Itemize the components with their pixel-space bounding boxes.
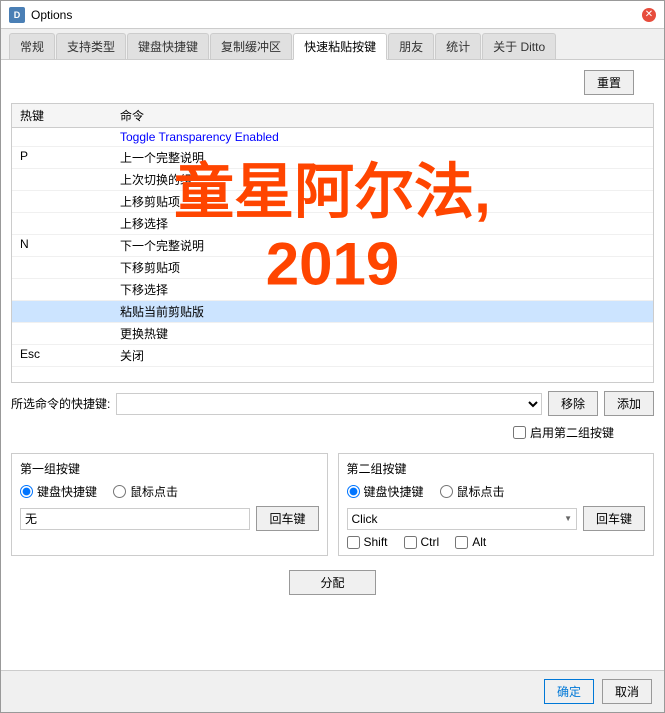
table-row[interactable]: 下移剪贴项 bbox=[12, 257, 653, 279]
tab-copy-buffer[interactable]: 复制缓冲区 bbox=[210, 33, 292, 59]
header-command: 命令 bbox=[120, 107, 645, 124]
table-body: Toggle Transparency Enabled P 上一个完整说明 上次… bbox=[12, 128, 653, 382]
row-hotkey bbox=[20, 193, 120, 210]
tab-bar: 常规 支持类型 键盘快捷键 复制缓冲区 快速粘贴按键 朋友 统计 关于 Ditt… bbox=[1, 29, 664, 60]
row-command: 下一个完整说明 bbox=[120, 237, 645, 254]
footer: 确定 取消 bbox=[1, 670, 664, 712]
group1-title: 第一组按键 bbox=[20, 460, 319, 477]
group1-enter-button[interactable]: 回车键 bbox=[256, 506, 318, 531]
group2-keyboard-radio-input[interactable] bbox=[347, 485, 360, 498]
shortcut-combo bbox=[116, 393, 542, 415]
group2-input-row: Click ▼ 回车键 bbox=[347, 506, 646, 531]
group2-shift-checkbox[interactable]: Shift bbox=[347, 535, 388, 549]
tab-friends[interactable]: 朋友 bbox=[388, 33, 434, 59]
row-command: 下移选择 bbox=[120, 281, 645, 298]
cancel-button[interactable]: 取消 bbox=[602, 679, 652, 704]
options-window: D Options ✕ 常规 支持类型 键盘快捷键 复制缓冲区 快速粘贴按键 朋… bbox=[0, 0, 665, 713]
title-bar: D Options ✕ bbox=[1, 1, 664, 29]
row-hotkey: N bbox=[20, 237, 120, 254]
table-row[interactable]: 下移选择 bbox=[12, 279, 653, 301]
add-button[interactable]: 添加 bbox=[604, 391, 654, 416]
row-hotkey bbox=[20, 281, 120, 298]
enable-second-group-row: 启用第二组按键 bbox=[11, 424, 654, 441]
table-row[interactable]: 上移选择 bbox=[12, 213, 653, 235]
shift-checkbox-input[interactable] bbox=[347, 536, 360, 549]
group1-key-input[interactable] bbox=[20, 508, 250, 530]
group2-alt-checkbox[interactable]: Alt bbox=[455, 535, 486, 549]
group1-mouse-radio-input[interactable] bbox=[113, 485, 126, 498]
group1-box: 第一组按键 键盘快捷键 鼠标点击 回车键 bbox=[11, 453, 328, 556]
shortcut-row: 所选命令的快捷键: 移除 添加 bbox=[11, 391, 654, 416]
row-command: 粘贴当前剪贴版 bbox=[120, 303, 645, 320]
group2-radio-row: 键盘快捷键 鼠标点击 bbox=[347, 483, 646, 500]
table-row[interactable]: N 下一个完整说明 bbox=[12, 235, 653, 257]
commands-table: 热键 命令 Toggle Transparency Enabled P 上一个完… bbox=[11, 103, 654, 383]
row-hotkey bbox=[20, 171, 120, 188]
reset-row: 重置 bbox=[11, 70, 654, 95]
row-command: 更换热键 bbox=[120, 325, 645, 342]
row-hotkey bbox=[20, 325, 120, 342]
reset-button[interactable]: 重置 bbox=[584, 70, 634, 95]
table-row[interactable]: 粘贴当前剪贴版 bbox=[12, 301, 653, 323]
row-hotkey: Esc bbox=[20, 347, 120, 364]
table-row[interactable]: 上移剪贴项 bbox=[12, 191, 653, 213]
row-hotkey bbox=[20, 130, 120, 144]
row-command: 关闭 bbox=[120, 347, 645, 364]
main-content: 重置 热键 命令 Toggle Transparency Enabled P 上… bbox=[1, 60, 664, 670]
table-row[interactable]: Esc 关闭 bbox=[12, 345, 653, 367]
alt-checkbox-input[interactable] bbox=[455, 536, 468, 549]
groups-section: 第一组按键 键盘快捷键 鼠标点击 回车键 bbox=[11, 453, 654, 556]
row-command: Toggle Transparency Enabled bbox=[120, 130, 645, 144]
app-icon: D bbox=[9, 7, 25, 23]
tab-general[interactable]: 常规 bbox=[9, 33, 55, 59]
row-command: 上移选择 bbox=[120, 215, 645, 232]
row-command: 上一个完整说明 bbox=[120, 149, 645, 166]
dropdown-arrow-icon: ▼ bbox=[564, 514, 572, 523]
row-hotkey bbox=[20, 303, 120, 320]
tab-quick-paste[interactable]: 快速粘贴按键 bbox=[293, 33, 387, 60]
ok-button[interactable]: 确定 bbox=[544, 679, 594, 704]
row-hotkey bbox=[20, 215, 120, 232]
close-button[interactable]: ✕ bbox=[642, 8, 656, 22]
group2-checkbox-row: Shift Ctrl Alt bbox=[347, 535, 646, 549]
enable-second-group-checkbox[interactable] bbox=[513, 426, 526, 439]
shortcut-label: 所选命令的快捷键: bbox=[11, 395, 110, 412]
assign-row: 分配 bbox=[11, 564, 654, 601]
tab-statistics[interactable]: 统计 bbox=[435, 33, 481, 59]
group1-input-row: 回车键 bbox=[20, 506, 319, 531]
group1-mouse-radio[interactable]: 鼠标点击 bbox=[113, 483, 178, 500]
enable-second-group-label: 启用第二组按键 bbox=[530, 424, 614, 441]
table-row[interactable]: Toggle Transparency Enabled bbox=[12, 128, 653, 147]
row-hotkey: P bbox=[20, 149, 120, 166]
shortcut-combo-select[interactable] bbox=[116, 393, 542, 415]
row-hotkey bbox=[20, 259, 120, 276]
tab-support-types[interactable]: 支持类型 bbox=[56, 33, 126, 59]
table-row[interactable]: P 上一个完整说明 bbox=[12, 147, 653, 169]
group2-box: 第二组按键 键盘快捷键 鼠标点击 Click ▼ bbox=[338, 453, 655, 556]
ctrl-checkbox-input[interactable] bbox=[404, 536, 417, 549]
row-command: 下移剪贴项 bbox=[120, 259, 645, 276]
table-header: 热键 命令 bbox=[12, 104, 653, 128]
group2-dropdown[interactable]: Click ▼ bbox=[347, 508, 577, 530]
remove-button[interactable]: 移除 bbox=[548, 391, 598, 416]
group2-mouse-radio-input[interactable] bbox=[440, 485, 453, 498]
table-row[interactable]: 上次切换的组 bbox=[12, 169, 653, 191]
group2-enter-button[interactable]: 回车键 bbox=[583, 506, 645, 531]
window-title: Options bbox=[31, 8, 642, 22]
row-command: 上移剪贴项 bbox=[120, 193, 645, 210]
group2-mouse-radio[interactable]: 鼠标点击 bbox=[440, 483, 505, 500]
group1-radio-row: 键盘快捷键 鼠标点击 bbox=[20, 483, 319, 500]
header-hotkey: 热键 bbox=[20, 107, 120, 124]
group2-title: 第二组按键 bbox=[347, 460, 646, 477]
group2-keyboard-radio[interactable]: 键盘快捷键 bbox=[347, 483, 424, 500]
row-command: 上次切换的组 bbox=[120, 171, 645, 188]
tab-about[interactable]: 关于 Ditto bbox=[482, 33, 556, 59]
group1-keyboard-radio-input[interactable] bbox=[20, 485, 33, 498]
table-row[interactable]: 更换热键 bbox=[12, 323, 653, 345]
assign-button[interactable]: 分配 bbox=[289, 570, 375, 595]
group1-keyboard-radio[interactable]: 键盘快捷键 bbox=[20, 483, 97, 500]
tab-keyboard-shortcuts[interactable]: 键盘快捷键 bbox=[127, 33, 209, 59]
group2-ctrl-checkbox[interactable]: Ctrl bbox=[404, 535, 440, 549]
